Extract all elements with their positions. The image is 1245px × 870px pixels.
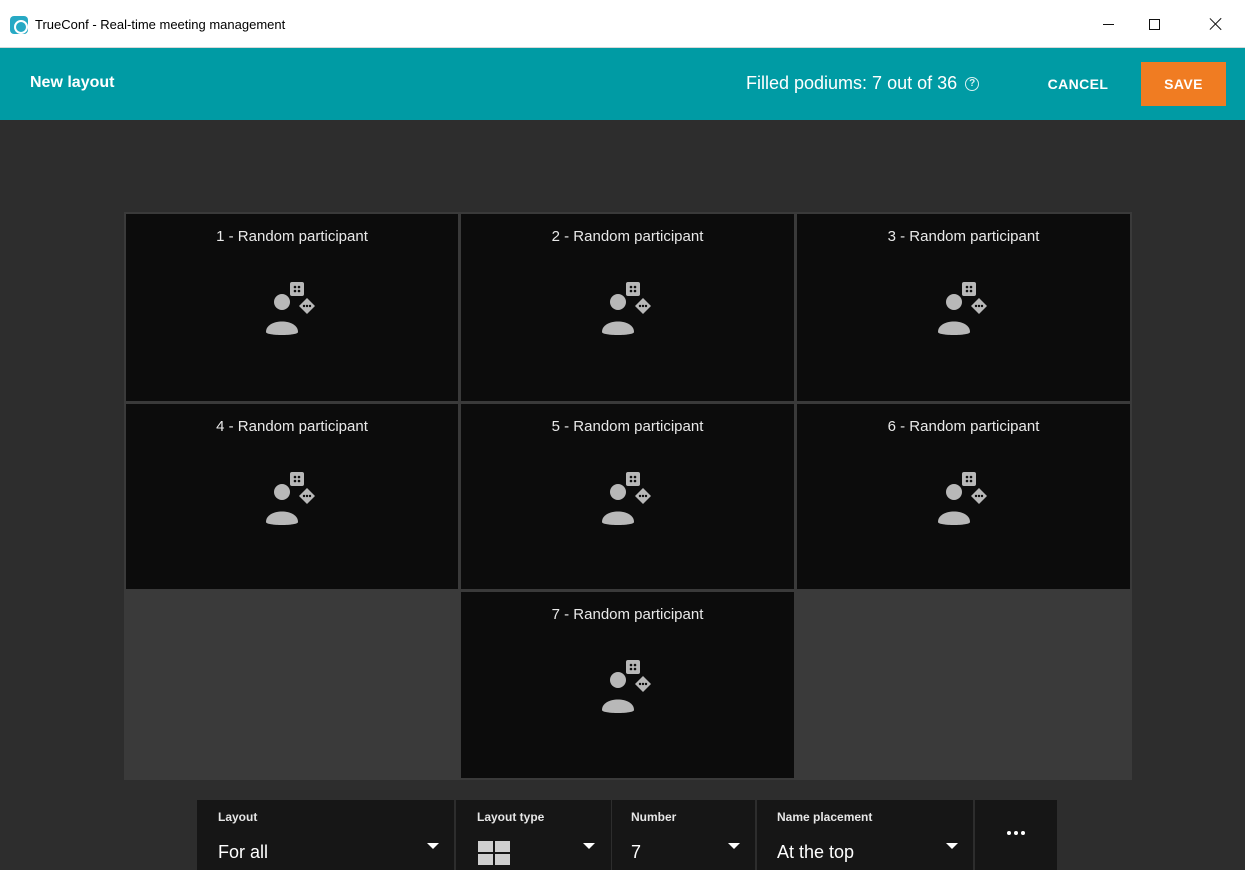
help-icon[interactable]: ? — [965, 76, 980, 91]
podium-label: 6 - Random participant — [887, 418, 1040, 435]
random-participant-icon — [601, 660, 651, 713]
podium-grid: 1 - Random participant 2 - Random partic… — [124, 212, 1132, 780]
more-icon — [1007, 831, 1025, 835]
filled-podiums-text: Filled podiums: 7 out of 36 — [746, 73, 958, 93]
podium-tile[interactable]: 1 - Random participant — [126, 214, 458, 401]
podium-label: 4 - Random participant — [216, 418, 368, 435]
minimize-button[interactable] — [1085, 0, 1131, 48]
name-placement-dropdown[interactable]: Name placement At the top — [757, 800, 973, 870]
name-placement-value: At the top — [777, 842, 855, 862]
maximize-icon — [1148, 18, 1160, 30]
podium-tile[interactable]: 2 - Random participant — [461, 214, 794, 401]
page-title: New layout — [30, 74, 115, 91]
layout-type-label: Layout type — [477, 810, 545, 824]
chevron-down-icon — [427, 843, 439, 849]
podium-label: 5 - Random participant — [551, 418, 704, 435]
random-participant-icon — [601, 472, 651, 525]
podium-tile[interactable]: 5 - Random participant — [461, 404, 794, 589]
podium-label: 7 - Random participant — [551, 606, 704, 623]
chevron-down-icon — [583, 843, 595, 849]
podium-label: 3 - Random participant — [887, 228, 1040, 245]
chevron-down-icon — [728, 843, 740, 849]
filled-podiums-status: Filled podiums: 7 out of 36 ? — [746, 73, 980, 94]
chevron-down-icon — [946, 843, 958, 849]
random-participant-icon — [937, 282, 987, 335]
number-value: 7 — [631, 842, 642, 862]
number-label: Number — [631, 810, 677, 824]
layout-dropdown[interactable]: Layout For all — [197, 800, 454, 870]
number-dropdown[interactable]: Number 7 — [612, 800, 755, 870]
title-bar: TrueConf - Real-time meeting management — [0, 0, 1245, 48]
podium-tile[interactable]: 4 - Random participant — [126, 404, 458, 589]
random-participant-icon — [266, 282, 315, 335]
layout-type-dropdown[interactable]: Layout type — [456, 800, 611, 870]
layout-label: Layout — [218, 810, 258, 824]
save-button[interactable]: SAVE — [1141, 62, 1226, 106]
grid-layout-icon — [478, 841, 510, 865]
maximize-button[interactable] — [1131, 0, 1177, 48]
random-participant-icon — [266, 472, 315, 525]
layout-value: For all — [218, 842, 269, 862]
cancel-button[interactable]: CANCEL — [1032, 63, 1124, 105]
podium-tile[interactable]: 6 - Random participant — [797, 404, 1130, 589]
window-title: TrueConf - Real-time meeting management — [35, 17, 286, 32]
podium-tile[interactable]: 3 - Random participant — [797, 214, 1130, 401]
random-participant-icon — [937, 472, 987, 525]
name-placement-label: Name placement — [777, 810, 873, 824]
layout-header: New layout Filled podiums: 7 out of 36 ?… — [0, 48, 1245, 120]
podium-label: 1 - Random participant — [216, 228, 368, 245]
close-icon — [1209, 17, 1223, 31]
minimize-icon — [1102, 23, 1114, 25]
more-button[interactable] — [975, 800, 1057, 870]
random-participant-icon — [601, 282, 651, 335]
podium-tile[interactable]: 7 - Random participant — [461, 592, 794, 778]
trueconf-app-icon — [10, 16, 28, 34]
podium-label: 2 - Random participant — [551, 228, 704, 245]
close-button[interactable] — [1193, 0, 1239, 48]
